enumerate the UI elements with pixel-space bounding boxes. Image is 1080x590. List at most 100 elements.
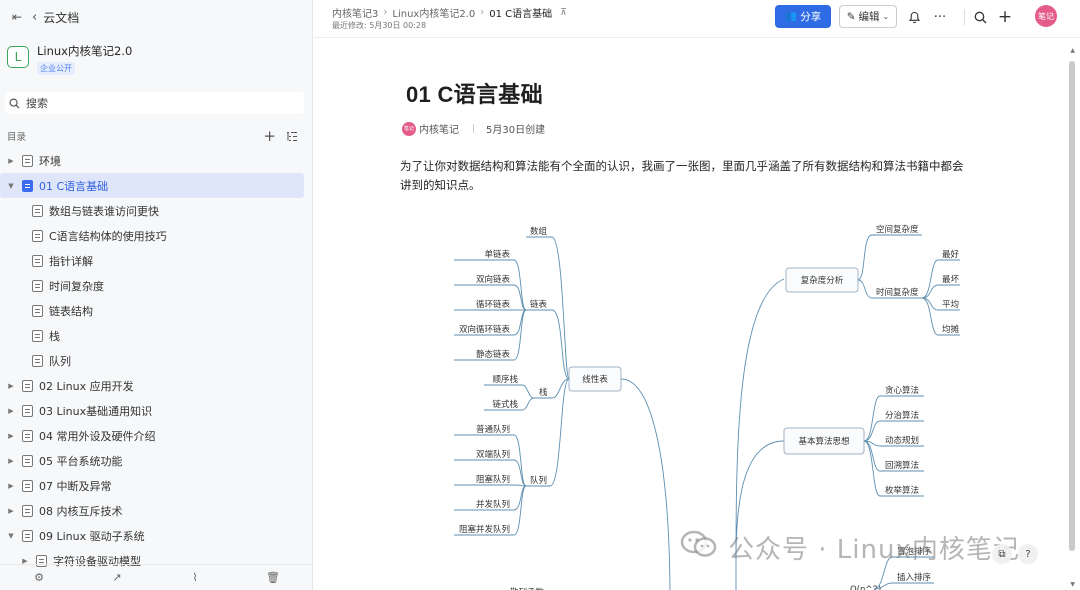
sidebar-footer: ⚙ ↗ ⌇ 🗑 <box>0 564 312 590</box>
chevron-right-icon: › <box>480 7 485 18</box>
help-icon[interactable]: ? <box>1018 544 1038 564</box>
caret-right-icon[interactable]: ▶ <box>6 407 16 415</box>
toc-item[interactable]: ▶ 05 平台系统功能 <box>0 448 304 473</box>
mindmap-node-linked-list-child: 静态链表 <box>476 349 511 360</box>
share-label: 分享 <box>800 11 822 23</box>
book-logo: L <box>7 46 29 68</box>
avatar[interactable]: 笔记 <box>1035 5 1057 27</box>
back-icon[interactable]: ‹ <box>32 10 37 25</box>
share-button[interactable]: 👥 分享 <box>775 5 831 28</box>
mindmap-node-queue-child: 普通队列 <box>476 424 510 435</box>
search-icon[interactable] <box>972 9 988 25</box>
chevron-right-icon: › <box>383 7 388 18</box>
mindmap-node-time-child: 最坏 <box>942 274 960 285</box>
toc-item-label: 队列 <box>49 354 71 368</box>
toc-item[interactable]: 数组与链表谁访问更快 <box>0 198 304 223</box>
caret-right-icon[interactable]: ▶ <box>6 432 16 440</box>
search-input[interactable]: 搜索 <box>5 92 304 114</box>
bell-icon[interactable] <box>906 9 922 25</box>
copy-icon[interactable]: ⧉ <box>992 544 1012 564</box>
mindmap-connector <box>857 279 873 299</box>
tree-view-icon[interactable] <box>286 131 298 142</box>
toc-item[interactable]: ▼ 09 Linux 驱动子系统 <box>0 523 304 548</box>
pin-icon[interactable]: ⊼ <box>560 8 567 18</box>
doc-header: 内核笔记3 › Linux内核笔记2.0 › 01 C语言基础 ⊼ 最近修改: … <box>314 0 1080 38</box>
document-icon <box>32 329 43 342</box>
scrollbar-thumb[interactable] <box>1069 61 1075 551</box>
toc-item[interactable]: ▶ 04 常用外设及硬件介绍 <box>0 423 304 448</box>
toc-item[interactable]: 栈 <box>0 323 304 348</box>
settings-icon[interactable]: ⚙ <box>33 571 45 584</box>
caret-right-icon[interactable]: ▶ <box>6 457 16 465</box>
mindmap-node-linked-list-child: 双向链表 <box>476 274 511 285</box>
scrollbar[interactable] <box>1069 59 1075 590</box>
breadcrumb-item[interactable]: 内核笔记3 <box>332 5 378 20</box>
caret-down-icon[interactable]: ▼ <box>6 182 16 190</box>
caret-right-icon[interactable]: ▶ <box>6 507 16 515</box>
mindmap-node-queue-child: 阻塞并发队列 <box>459 524 510 535</box>
toc-item[interactable]: C语言结构体的使用技巧 <box>0 223 304 248</box>
mindmap-node-algo-ideas: 基本算法思想 <box>798 436 850 447</box>
document-icon <box>32 254 43 267</box>
book-name: Linux内核笔记2.0 <box>37 44 133 58</box>
toc-item[interactable]: 指针详解 <box>0 248 304 273</box>
sidebar-top-bar: ⇤ ‹ 云文档 <box>0 0 312 34</box>
mindmap-connector <box>521 384 535 399</box>
add-doc-icon[interactable]: + <box>263 129 276 144</box>
toc-item[interactable]: 链表结构 <box>0 298 304 323</box>
document-icon <box>22 179 33 192</box>
mindmap-node-time-child: 均摊 <box>942 324 960 335</box>
document-icon <box>22 529 33 542</box>
caret-right-icon[interactable]: ▶ <box>6 382 16 390</box>
header-divider <box>964 9 965 25</box>
toc-item[interactable]: ▶ 07 中断及异常 <box>0 473 304 498</box>
toc-item-label: 07 中断及异常 <box>39 479 112 493</box>
toc-heading: 目录 <box>7 132 27 143</box>
share-out-icon[interactable]: ↗ <box>111 571 123 584</box>
sidebar-top-title[interactable]: 云文档 <box>43 9 79 26</box>
collapse-sidebar-icon[interactable]: ⇤ <box>10 10 24 24</box>
more-icon[interactable]: ··· <box>932 9 948 25</box>
toc-item[interactable]: 队列 <box>0 348 304 373</box>
breadcrumb-item[interactable]: Linux内核笔记2.0 <box>392 5 475 20</box>
breadcrumb-current[interactable]: 01 C语言基础 <box>489 5 552 20</box>
stats-icon[interactable]: ⌇ <box>189 571 201 584</box>
toc-item[interactable]: ▼ 01 C语言基础 <box>0 173 304 198</box>
doc-content: 01 C语言基础 笔记 内核笔记 5月30日创建 为了让你对数据结构和算法能有个… <box>314 39 1080 590</box>
toc-item[interactable]: ▶ 环境 <box>0 148 304 173</box>
caret-right-icon[interactable]: ▶ <box>6 157 16 165</box>
edit-button[interactable]: ✎ 编辑 ⌄ <box>839 5 897 28</box>
document-icon <box>22 154 33 167</box>
scroll-down-arrow[interactable]: ▼ <box>1070 581 1075 588</box>
document-icon <box>22 504 33 517</box>
toc-list: ▶ 环境 ▼ 01 C语言基础数组与链表谁访问更快 C语言结构体的使用技巧 指针详解 时间复… <box>0 148 312 573</box>
document-icon <box>32 204 43 217</box>
mindmap-node-stack-child: 顺序栈 <box>492 374 518 385</box>
edit-label: 编辑 <box>858 11 880 23</box>
toc-item[interactable]: ▶ 08 内核互斥技术 <box>0 498 304 523</box>
caret-right-icon[interactable]: ▶ <box>6 482 16 490</box>
toc-item[interactable]: ▶ 03 Linux基础通用知识 <box>0 398 304 423</box>
toc-item-label: 05 平台系统功能 <box>39 454 123 468</box>
mindmap-connector <box>549 378 570 487</box>
wechat-icon <box>679 529 719 559</box>
knowledge-base-header[interactable]: L Linux内核笔记2.0 企业公开 <box>0 34 312 76</box>
mindmap-node-queue-child: 阻塞队列 <box>476 474 510 485</box>
mindmap-node-queue: 队列 <box>530 475 547 486</box>
toc-item[interactable]: 时间复杂度 <box>0 273 304 298</box>
plus-icon[interactable]: + <box>997 7 1013 27</box>
caret-down-icon[interactable]: ▼ <box>6 532 16 540</box>
mindmap-node-linked-list-child: 双向循环链表 <box>459 324 511 335</box>
document-icon <box>22 479 33 492</box>
toc-item-label: 数组与链表谁访问更快 <box>49 204 159 218</box>
mindmap-node-algo-child: 动态规划 <box>885 435 919 446</box>
mindmap-node-stack: 栈 <box>539 387 548 398</box>
search-icon <box>9 98 20 109</box>
scroll-up-arrow[interactable]: ▲ <box>1070 47 1075 54</box>
mindmap-node-linear-table: 线性表 <box>582 374 608 385</box>
toc-item-label: 04 常用外设及硬件介绍 <box>39 429 156 443</box>
toc-item[interactable]: ▶ 02 Linux 应用开发 <box>0 373 304 398</box>
trash-icon[interactable]: 🗑 <box>266 571 280 584</box>
mindmap-node-time-child: 平均 <box>942 299 959 310</box>
mindmap-node-algo-child: 分治算法 <box>885 410 919 421</box>
